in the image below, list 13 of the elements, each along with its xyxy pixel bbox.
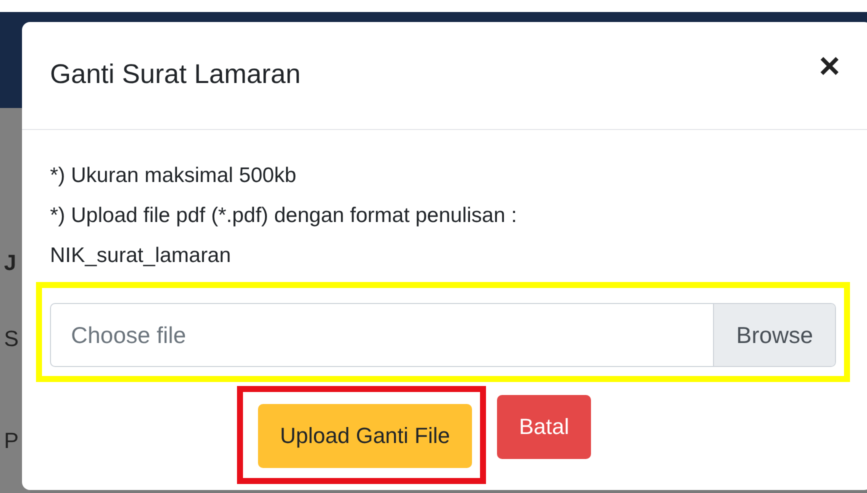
instruction-text: *) Ukuran maksimal 500kb bbox=[49, 163, 298, 189]
file-input[interactable]: Choose file Browse bbox=[50, 303, 836, 367]
background-text: P bbox=[4, 428, 19, 454]
instruction-text: NIK_surat_lamaran bbox=[49, 243, 232, 269]
background-text: J bbox=[4, 250, 16, 276]
close-button[interactable]: × bbox=[818, 48, 840, 84]
browse-button[interactable]: Browse bbox=[713, 304, 835, 366]
file-placeholder: Choose file bbox=[70, 320, 188, 350]
modal-title: Ganti Surat Lamaran bbox=[50, 59, 301, 90]
background-text: S bbox=[4, 326, 19, 352]
upload-button[interactable]: Upload Ganti File bbox=[258, 404, 472, 468]
instruction-text: *) Upload file pdf (*.pdf) dengan format penulisan : bbox=[49, 203, 518, 229]
cancel-button[interactable]: Batal bbox=[496, 395, 592, 459]
